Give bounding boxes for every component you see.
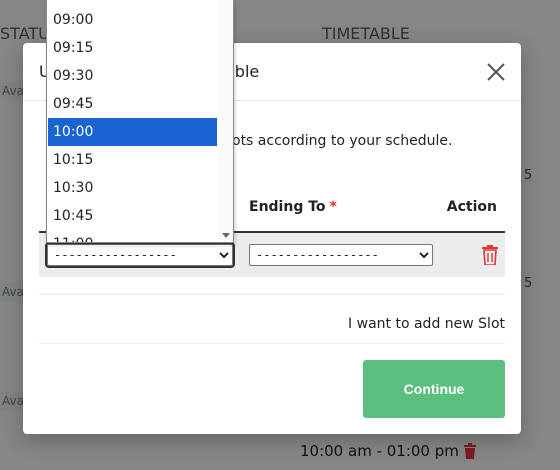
ending-to-header: Ending To * (249, 199, 337, 215)
start-time-dropdown-list[interactable]: 09:00 09:15 09:30 09:45 10:00 10:15 10:3… (46, 0, 234, 243)
required-marker: * (329, 199, 337, 215)
time-option[interactable]: 10:45 (48, 202, 217, 230)
action-header: Action (446, 199, 497, 215)
starting-time-select[interactable]: ----------------- (45, 242, 235, 268)
time-option[interactable]: 09:45 (48, 90, 217, 118)
time-option[interactable]: 09:15 (48, 34, 217, 62)
time-option[interactable]: 10:30 (48, 174, 217, 202)
row-divider (39, 294, 505, 295)
time-option[interactable]: 09:30 (48, 62, 217, 90)
time-option[interactable]: 09:00 (48, 6, 217, 34)
modal-description: ots according to your schedule. (232, 133, 453, 149)
delete-icon[interactable] (481, 245, 499, 265)
close-icon[interactable] (485, 61, 507, 83)
ending-time-select[interactable]: ----------------- (249, 244, 433, 266)
dropdown-scrollbar[interactable] (219, 0, 233, 242)
time-option-selected[interactable]: 10:00 (48, 118, 217, 146)
time-option[interactable]: 11:00 (48, 230, 217, 242)
continue-button[interactable]: Continue (363, 360, 505, 418)
ending-to-label: Ending To (249, 199, 326, 215)
add-new-slot-link[interactable]: I want to add new Slot (348, 316, 505, 332)
time-option[interactable]: 10:15 (48, 146, 217, 174)
scroll-down-arrow-icon[interactable] (222, 233, 230, 238)
footer-divider (39, 343, 505, 344)
